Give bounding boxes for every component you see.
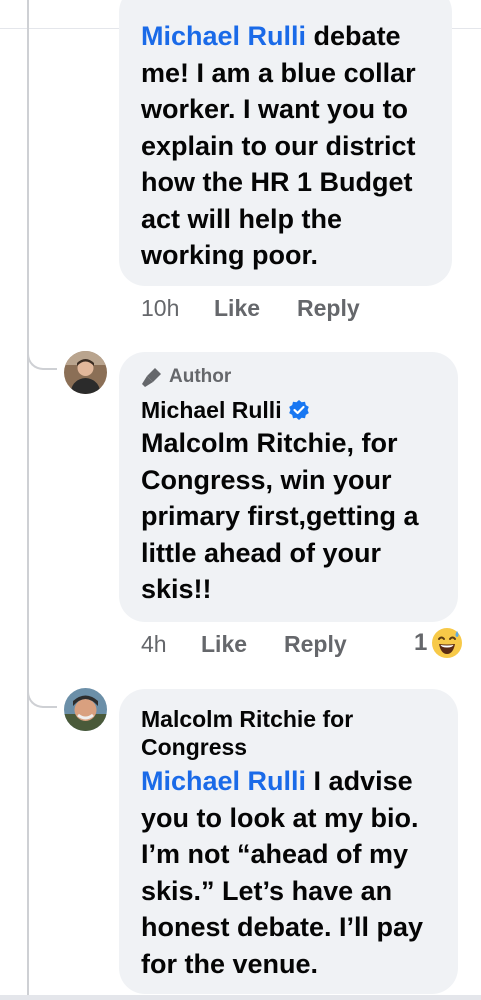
mention-link[interactable]: Michael Rulli [141,766,306,796]
comment-bubble-2: Author Michael Rulli Malcolm Ritchie, fo… [119,352,458,622]
mention-link[interactable]: Michael Rulli [141,21,306,51]
comment-bubble-3: Malcolm Ritchie for Congress Michael Rul… [119,689,458,994]
avatar-malcolm-ritchie[interactable] [64,688,107,731]
comment-text-2: Malcolm Ritchie, for Congress, win your … [141,428,419,604]
comment-text-1: Michael Rulli debate me! I am a blue col… [141,21,416,270]
comment-timestamp[interactable]: 10h [141,295,214,322]
reply-branch [27,348,57,370]
avatar-michael-rulli[interactable] [64,351,107,394]
reply-branch [27,686,57,708]
comment-actions-1: 10h Like Reply [141,295,360,322]
verified-badge-icon [288,400,309,420]
reply-button[interactable]: Reply [284,631,347,658]
comment-author-3[interactable]: Malcolm Ritchie for Congress [141,705,401,761]
comment-bubble-1: Michael Rulli debate me! I am a blue col… [119,0,452,286]
reaction-summary[interactable]: 1 [414,627,463,659]
comment-actions-2: 4h Like Reply [141,631,347,658]
comment-author-2[interactable]: Michael Rulli [141,396,438,424]
like-button[interactable]: Like [214,295,297,322]
grinning-sweat-emoji-icon [432,628,463,658]
reaction-count: 1 [414,629,428,656]
author-badge: Author [141,364,438,390]
bottom-divider [0,995,481,1000]
like-button[interactable]: Like [201,631,284,658]
microphone-icon [142,368,161,387]
comment-text-3: Michael Rulli I advise you to look at my… [141,766,424,979]
thread-line [27,0,29,1000]
comment-timestamp[interactable]: 4h [141,631,201,658]
reply-button[interactable]: Reply [297,295,360,322]
